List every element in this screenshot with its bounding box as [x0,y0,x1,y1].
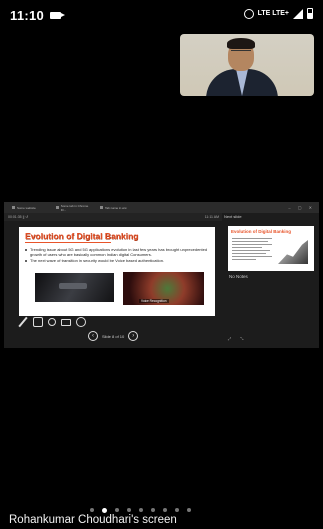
thumbnail-text-line [232,238,272,239]
participant-glasses [231,50,251,54]
thumbnail-text-line [232,253,266,254]
page-dot[interactable] [163,508,167,512]
page-indicator[interactable] [90,507,191,513]
browser-tab: Tab name in ww [100,206,136,210]
slide-title: Evolution of Digital Banking [25,231,139,241]
browser-tab: Some tab in Chrome Dr... [56,204,92,212]
slide-image-voice: Voice Recognition [123,272,204,305]
participant-hair [227,38,255,49]
thumbnail-text-line [232,259,256,260]
slide-navigation: ‹ Slide 8 of 10 › [88,331,139,341]
tab-label: Tab name in ww [105,205,127,210]
tab-favicon-icon [100,206,103,209]
slide-counter: Slide 8 of 10 [102,333,125,339]
zoom-icon[interactable] [48,318,56,326]
thumbnail-text-line [232,244,272,245]
presenter-timer: 00:01:35 || ↺ [8,215,29,219]
page-dot[interactable] [151,508,155,512]
next-slide-button[interactable]: › [128,331,139,341]
shared-screen-view[interactable]: Some website Some tab in Chrome Dr... Ta… [4,202,319,348]
browser-tab: Some website [12,206,48,210]
tab-label: Some tab in Chrome Dr... [60,203,89,212]
presenter-clock: 11:11 AM [204,215,219,219]
window-controls: – ▢ ✕ [288,205,315,210]
alarm-icon [243,8,254,19]
laser-pointer-icon[interactable] [33,317,43,327]
status-bar: 11:10 LTE LTE+ [0,0,323,30]
video-camera-icon [50,11,66,19]
presenter-tools [18,317,86,327]
more-options-icon[interactable] [76,317,86,327]
current-slide: Evolution of Digital Banking Trending is… [19,227,215,316]
signal-icon [293,8,303,19]
notes-resize-controls[interactable]: ⤢ ⤡ [228,336,248,341]
page-dot[interactable] [102,507,107,513]
slide-bullet: Trending issue about 5G and 5G applicati… [25,247,211,257]
notes-label: No Notes [229,274,248,279]
tab-favicon-icon [12,206,15,209]
slide-bullets: Trending issue about 5G and 5G applicati… [25,247,211,264]
tab-label: Some website [17,205,36,210]
slide-image-car [35,273,114,302]
page-dot[interactable] [187,508,191,512]
next-slide-label: Next slide [224,214,242,219]
thumbnail-chart [278,240,308,264]
browser-tabs-bar: Some website Some tab in Chrome Dr... Ta… [4,202,319,213]
page-dot[interactable] [90,508,94,512]
presenter-toolbar: 00:01:35 || ↺ 11:11 AM [4,213,222,221]
title-underline [25,242,111,243]
screen-owner-label: Rohankumar Choudhari's screen [9,514,177,526]
thumbnail-text-line [232,247,262,248]
thumbnail-title: Evolution of Digital Banking [231,229,291,234]
previous-slide-button[interactable]: ‹ [88,331,98,341]
page-dot[interactable] [175,508,179,512]
slide-bullet: The next wave of transition in security … [25,258,211,263]
page-dot[interactable] [115,508,119,512]
status-icons: LTE LTE+ [243,8,313,19]
thumbnail-text-line [232,250,270,251]
thumbnail-text-line [232,256,272,257]
status-time: 11:10 [10,7,45,23]
tab-favicon-icon [56,206,59,209]
thumbnail-text-line [232,241,268,242]
image-caption: Voice Recognition [139,299,169,303]
page-dot[interactable] [127,508,131,512]
battery-icon [307,8,313,19]
page-dot[interactable] [139,508,143,512]
screen-icon[interactable] [61,318,71,326]
network-type-label: LTE LTE+ [257,10,289,17]
participant-video-tile[interactable] [180,34,314,96]
pen-icon[interactable] [18,317,28,327]
next-slide-thumbnail[interactable]: Evolution of Digital Banking [228,226,314,271]
